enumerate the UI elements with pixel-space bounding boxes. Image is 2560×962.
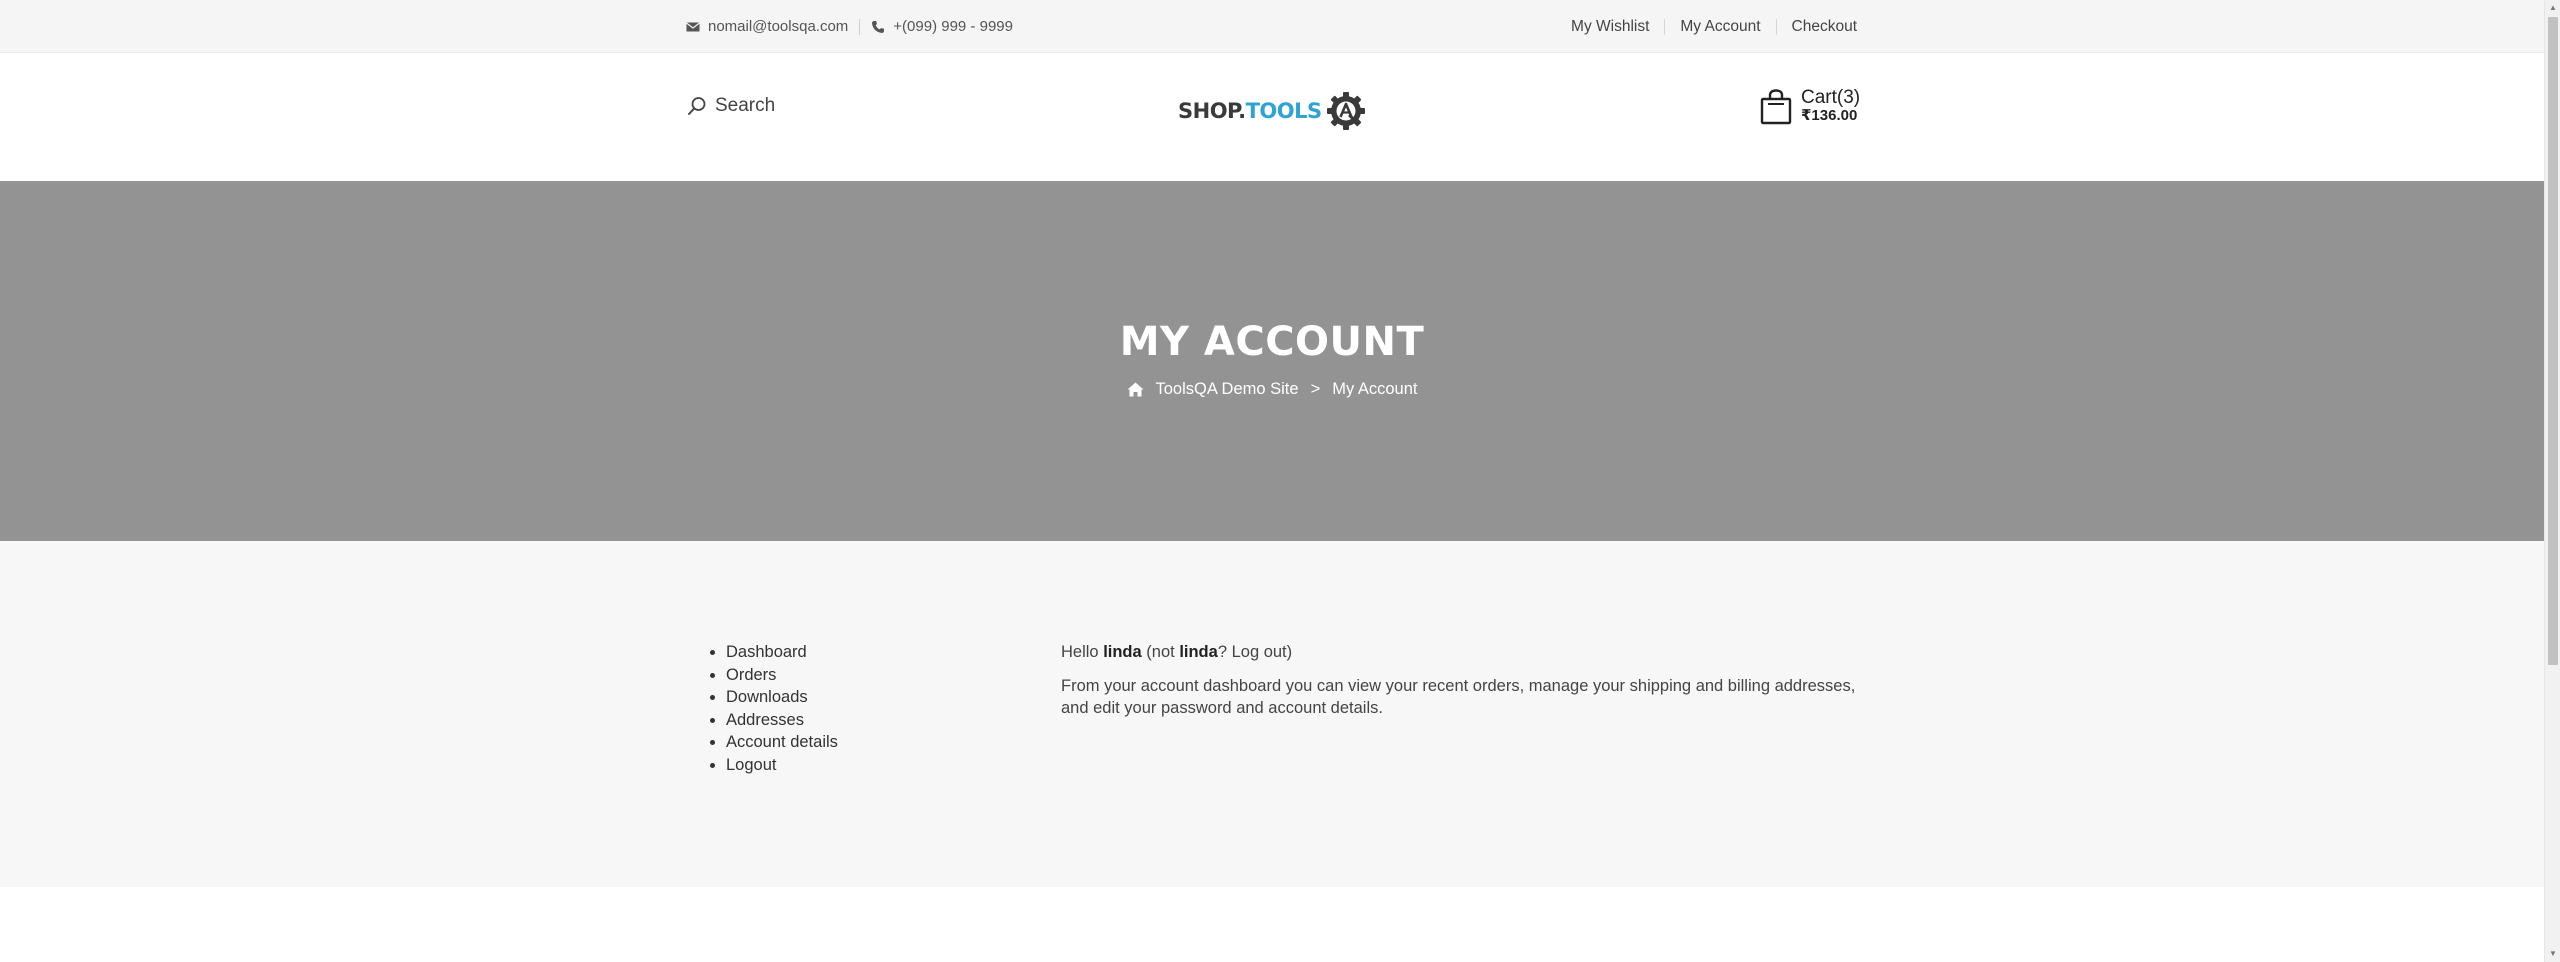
addresses-link[interactable]: Addresses [726, 711, 804, 729]
greeting-suffix: ) [1286, 643, 1293, 661]
home-icon [1127, 382, 1143, 397]
username: linda [1103, 643, 1142, 661]
greeting-prefix: Hello [1061, 643, 1104, 661]
desc-part4: . [1378, 699, 1383, 717]
checkout-link[interactable]: Checkout [1775, 18, 1857, 35]
account-content: Hello linda (not linda? Log out) From yo… [1061, 641, 1861, 720]
dashboard-link[interactable]: Dashboard [726, 643, 807, 661]
breadcrumb-separator: > [1310, 380, 1321, 398]
top-links: My Wishlist My Account Checkout [1571, 0, 1857, 53]
breadcrumb-home-link[interactable]: ToolsQA Demo Site [1156, 380, 1299, 399]
breadcrumb: ToolsQA Demo Site > My Account [0, 380, 2544, 399]
search-toggle[interactable]: Search [687, 95, 775, 117]
account-nav-account-details: Account details [726, 731, 838, 754]
email-contact: nomail@toolsqa.com [686, 18, 848, 35]
page: nomail@toolsqa.com +(099) 999 - 9999 My … [0, 0, 2544, 962]
account-nav-dashboard: Dashboard [726, 641, 838, 664]
cart-button[interactable]: Cart(3) ₹136.00 [1760, 87, 1861, 125]
breadcrumb-current: My Account [1332, 380, 1418, 398]
downloads-link[interactable]: Downloads [726, 688, 808, 706]
greeting-logout-link[interactable]: Log out [1232, 643, 1287, 661]
logo-text: SHOP.TOOLS [1178, 99, 1322, 123]
addresses-inline-link[interactable]: shipping and billing addresses [1630, 677, 1851, 695]
shopping-bag-icon [1760, 89, 1792, 125]
page-scrollbar[interactable]: ▲ ▼ [2544, 0, 2560, 962]
cart-summary: Cart(3) ₹136.00 [1801, 87, 1861, 125]
cart-total: ₹136.00 [1801, 107, 1858, 124]
username-alt: linda [1179, 643, 1218, 661]
email-text: nomail@toolsqa.com [708, 18, 849, 35]
phone-contact: +(099) 999 - 9999 [871, 18, 1013, 35]
top-bar: nomail@toolsqa.com +(099) 999 - 9999 My … [0, 0, 2544, 53]
divider [859, 18, 861, 35]
account-details-link[interactable]: Account details [726, 733, 838, 751]
search-label: Search [715, 95, 776, 116]
account-details-inline-link[interactable]: edit your password and account details [1093, 699, 1378, 717]
desc-part1: From your account dashboard you can view… [1061, 676, 1423, 695]
account-section: Dashboard Orders Downloads Addresses Acc… [0, 541, 2544, 887]
account-nav-orders: Orders [726, 664, 838, 687]
scroll-thumb[interactable] [2548, 17, 2558, 665]
wishlist-link[interactable]: My Wishlist [1571, 18, 1664, 35]
desc-part2: , manage your [1519, 676, 1630, 695]
logo-tools: TOOLS [1245, 99, 1323, 123]
account-nav-addresses: Addresses [726, 709, 838, 732]
search-icon [688, 97, 706, 115]
account-navigation: Dashboard Orders Downloads Addresses Acc… [686, 641, 838, 776]
my-account-link[interactable]: My Account [1664, 18, 1775, 35]
phone-icon [872, 20, 885, 33]
greeting-question: ? [1217, 643, 1232, 661]
dashboard-description: From your account dashboard you can view… [1061, 675, 1861, 720]
phone-text: +(099) 999 - 9999 [893, 18, 1013, 35]
site-header: Search SHOP.TOOLS Cart(3) ₹136.00 [0, 53, 2544, 181]
account-nav-downloads: Downloads [726, 686, 838, 709]
orders-link[interactable]: Orders [726, 666, 776, 684]
gear-logo-icon [1326, 92, 1365, 130]
recent-orders-link[interactable]: recent orders [1422, 677, 1519, 695]
contact-info: nomail@toolsqa.com +(099) 999 - 9999 [686, 0, 1013, 53]
scroll-down-arrow-icon[interactable]: ▼ [2545, 946, 2560, 962]
page-footer-area [0, 887, 2544, 962]
page-title: MY ACCOUNT [1119, 319, 1425, 365]
page-banner: MY ACCOUNT ToolsQA Demo Site > My Accoun… [0, 181, 2544, 541]
greeting: Hello linda (not linda? Log out) [1061, 641, 1861, 664]
logout-link[interactable]: Logout [726, 756, 776, 774]
account-nav-logout: Logout [726, 754, 838, 777]
cart-count: Cart(3) [1801, 87, 1861, 108]
envelope-icon [686, 22, 700, 31]
greeting-middle: (not [1141, 643, 1180, 661]
site-logo[interactable]: SHOP.TOOLS [1178, 89, 1368, 133]
logo-shop: SHOP. [1178, 99, 1246, 123]
scroll-up-arrow-icon[interactable]: ▲ [2545, 0, 2560, 16]
